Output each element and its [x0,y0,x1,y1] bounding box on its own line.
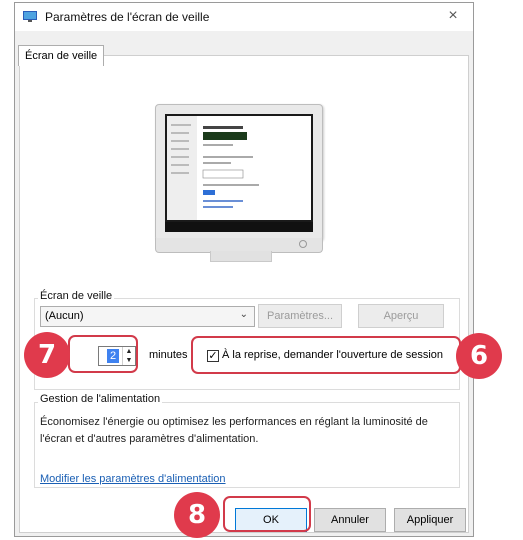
close-icon[interactable]: × [441,6,465,26]
preview-window-thumbnail [167,116,311,220]
monitor-stand [210,251,272,262]
power-description: Économisez l'énergie ou optimisez les pe… [40,416,428,445]
screensaver-preview-button[interactable]: Aperçu [358,304,444,328]
screensaver-settings-button[interactable]: Paramètres... [258,304,342,328]
chevron-down-icon: ⌄ [239,309,248,320]
highlight-ok-button [223,496,311,532]
screensaver-settings-window: Paramètres de l'écran de veille × Écran … [14,2,474,537]
cancel-button[interactable]: Annuler [314,508,386,532]
callout-step-8: 8 [174,492,220,538]
monitor-screen [165,114,313,232]
highlight-resume-checkbox [191,336,461,374]
monitor-frame [155,104,323,241]
power-settings-link[interactable]: Modifier les paramètres d'alimentation [40,473,226,485]
power-group-label: Gestion de l'alimentation [38,393,163,405]
title-bar: Paramètres de l'écran de veille × [15,3,473,31]
tab-panel: Écran de veille (Aucun) ⌄ Paramètres... … [19,55,469,533]
highlight-wait-stepper [68,335,138,373]
callout-step-7: 7 [24,332,70,378]
preview-taskbar-thumbnail [165,222,313,232]
tab-screensaver[interactable]: Écran de veille [18,45,105,66]
screensaver-preview-monitor [155,104,335,294]
screensaver-select[interactable]: (Aucun) ⌄ [40,306,255,327]
apply-button[interactable]: Appliquer [394,508,466,532]
window-title: Paramètres de l'écran de veille [45,10,210,24]
preview-content-thumbnail [171,124,259,208]
monitor-power-icon [299,240,307,248]
screensaver-select-value: (Aucun) [45,310,84,322]
display-settings-icon [23,11,37,22]
screensaver-group-label: Écran de veille [38,290,115,302]
wait-minutes-label: minutes [149,349,188,361]
callout-step-6: 6 [456,333,502,379]
